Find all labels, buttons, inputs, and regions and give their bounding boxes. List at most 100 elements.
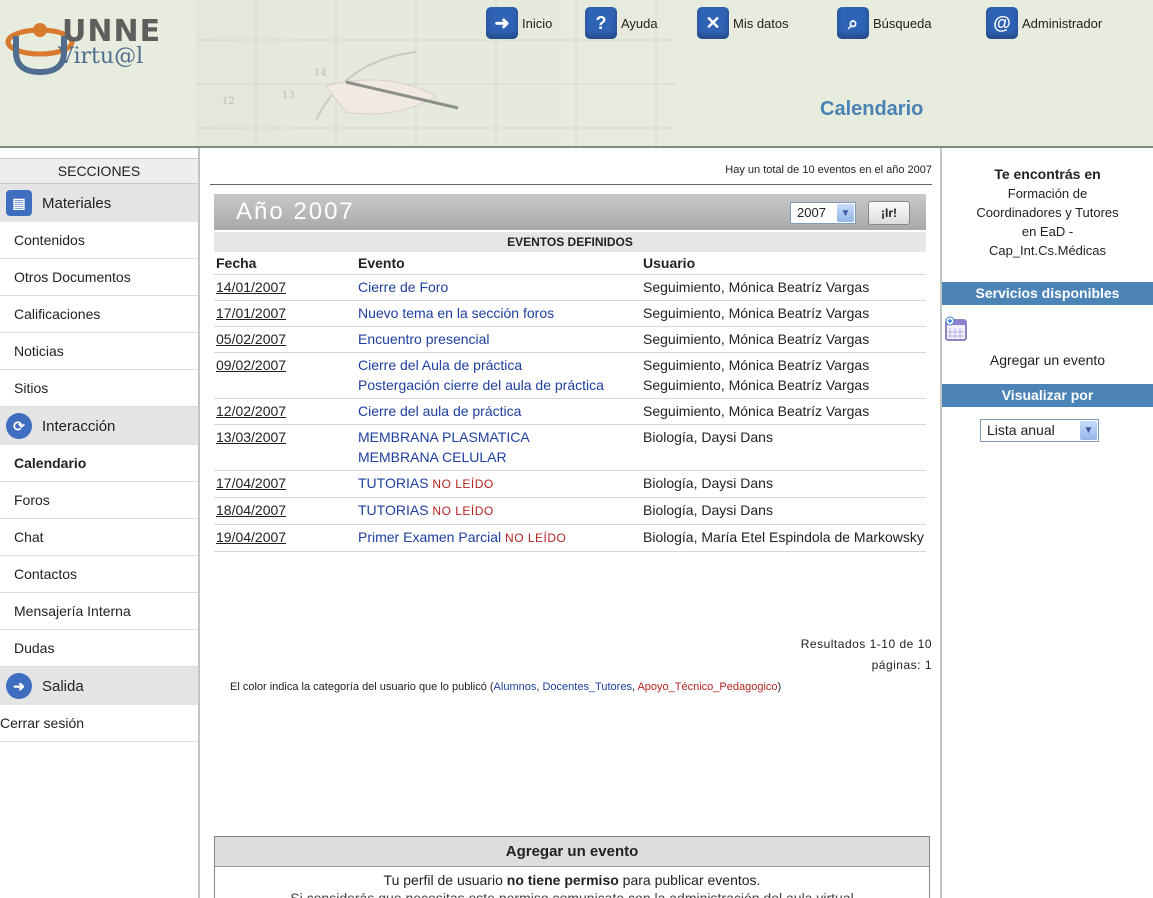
event-link[interactable]: Cierre del Aula de práctica [358, 355, 639, 375]
sidebar-item-noticias[interactable]: Noticias [0, 333, 198, 370]
results-summary: Resultados 1-10 de 10 páginas: 1 [801, 634, 932, 676]
event-link[interactable]: MEMBRANA PLASMATICA [358, 427, 639, 447]
event-link[interactable]: Postergación cierre del aula de práctica [358, 375, 639, 395]
table-row: 17/04/2007 TUTORIAS NO LEÍDO Biología, D… [214, 469, 926, 497]
event-user: Seguimiento, Mónica Beatríz Vargas [643, 330, 870, 347]
sidebar-item-contenidos[interactable]: Contenidos [0, 222, 198, 259]
event-user: Biología, Daysi Dans [643, 428, 773, 445]
nav-mis-datos[interactable]: ✕ Mis datos [697, 4, 789, 42]
calendar-add-icon[interactable] [942, 315, 970, 343]
unread-flag: NO LEÍDO [432, 476, 494, 491]
main-content: Hay un total de 10 eventos en el año 200… [210, 148, 932, 898]
location-line: Cap_Int.Cs.Médicas [988, 243, 1107, 258]
event-user: Seguimiento, Mónica Beatríz Vargas [643, 278, 870, 295]
event-date[interactable]: 17/01/2007 [214, 299, 356, 326]
sidebar-item-contactos[interactable]: Contactos [0, 556, 198, 593]
chevron-down-icon[interactable]: ▼ [1080, 421, 1097, 440]
events-table: Fecha Evento Usuario 14/01/2007 Cierre d… [214, 252, 926, 552]
event-date[interactable]: 18/04/2007 [214, 496, 356, 524]
permission-help-text: Si considerás que necesitas este permiso… [290, 890, 854, 898]
right-panel: Te encontrás en Formación de Coordinador… [942, 148, 1153, 442]
section-materiales: ▤ Materiales [0, 184, 198, 222]
permission-text-pre: Tu perfil de usuario [383, 872, 507, 888]
event-date[interactable]: 05/02/2007 [214, 325, 356, 352]
event-link[interactable]: Cierre del aula de práctica [358, 401, 639, 421]
sidebar-item-foros[interactable]: Foros [0, 482, 198, 519]
logout-link[interactable]: Cerrar sesión [0, 705, 198, 742]
event-link[interactable]: Encuentro presencial [358, 329, 639, 349]
column-header-fecha: Fecha [216, 254, 257, 271]
year-select[interactable]: 2007 ▼ [790, 202, 856, 224]
event-link[interactable]: Cierre de Foro [358, 277, 639, 297]
event-date[interactable]: 17/04/2007 [214, 469, 356, 497]
nav-label-busqueda: Búsqueda [873, 15, 932, 31]
table-row: 05/02/2007 Encuentro presencial Seguimie… [214, 325, 926, 352]
year-select-value: 2007 [797, 205, 826, 220]
event-user: Seguimiento, Mónica Beatríz Vargas [643, 356, 870, 373]
event-user: Biología, Daysi Dans [643, 501, 773, 518]
services-header: Servicios disponibles [942, 282, 1153, 305]
sidebar-item-mensajeria-interna[interactable]: Mensajería Interna [0, 593, 198, 630]
tools-icon: ✕ [697, 7, 729, 39]
event-user: Biología, María Etel Espindola de Markow… [643, 528, 924, 545]
add-event-box: Agregar un evento Tu perfil de usuario n… [214, 836, 930, 898]
event-date[interactable]: 19/04/2007 [214, 523, 356, 552]
column-header-usuario: Usuario [643, 254, 696, 271]
view-mode-select[interactable]: Lista anual ▼ [980, 419, 1099, 442]
arrow-icon: ➜ [486, 7, 518, 39]
nav-ayuda[interactable]: ? Ayuda [585, 4, 658, 42]
section-materiales-title: Materiales [42, 194, 112, 212]
sidebar-item-dudas[interactable]: Dudas [0, 630, 198, 667]
nav-label-ayuda: Ayuda [621, 15, 658, 31]
nav-label-inicio: Inicio [522, 15, 553, 31]
nav-administrador[interactable]: @ Administrador [986, 4, 1102, 42]
results-pages: páginas: 1 [871, 658, 932, 672]
permission-message: Tu perfil de usuario no tiene permiso pa… [215, 867, 929, 888]
nav-inicio[interactable]: ➜ Inicio [486, 4, 552, 42]
section-salida: ➜ Salida [0, 667, 198, 705]
add-event-link[interactable]: Agregar un evento [942, 352, 1153, 368]
nav-label-mis-datos: Mis datos [733, 15, 789, 31]
section-interaccion: ⟳ Interacción [0, 407, 198, 445]
event-user: Seguimiento, Mónica Beatríz Vargas [643, 402, 870, 419]
event-date[interactable]: 12/02/2007 [214, 397, 356, 424]
refresh-icon: ⟳ [6, 413, 32, 439]
go-button[interactable]: ¡Ir! [868, 201, 910, 225]
chevron-down-icon[interactable]: ▼ [837, 204, 854, 222]
event-user: Seguimiento, Mónica Beatríz Vargas [643, 304, 870, 321]
event-link[interactable]: Primer Examen Parcial [358, 529, 501, 545]
nav-busqueda[interactable]: ⌕ Búsqueda [837, 4, 932, 42]
event-date[interactable]: 14/01/2007 [214, 273, 356, 300]
svg-text:14: 14 [314, 68, 327, 79]
book-icon: ▤ [6, 190, 32, 216]
year-title: Año 2007 [236, 198, 355, 225]
location-title: Te encontrás en [994, 166, 1101, 182]
page-title: Calendario [820, 98, 924, 120]
legend-apoyo: Apoyo_Técnico_Pedagogico [637, 681, 778, 693]
legend-docentes: Docentes_Tutores [542, 681, 632, 693]
column-header-evento: Evento [358, 254, 405, 271]
event-date[interactable]: 09/02/2007 [214, 351, 356, 398]
event-link[interactable]: TUTORIAS [358, 502, 429, 518]
sidebar-item-otros-documentos[interactable]: Otros Documentos [0, 259, 198, 296]
left-divider [198, 148, 200, 898]
table-row: 17/01/2007 Nuevo tema en la sección foro… [214, 299, 926, 326]
help-icon: ? [585, 7, 617, 39]
sidebar: SECCIONES ▤ Materiales Contenidos Otros … [0, 158, 198, 742]
at-icon: @ [986, 7, 1018, 39]
event-date[interactable]: 13/03/2007 [214, 423, 356, 470]
unread-flag: NO LEÍDO [432, 503, 494, 518]
event-link[interactable]: MEMBRANA CELULAR [358, 447, 639, 467]
event-link[interactable]: Nuevo tema en la sección foros [358, 303, 639, 323]
unread-flag: NO LEÍDO [505, 530, 567, 545]
unne-virtual-logo[interactable]: UNNE Virtu@l [0, 0, 200, 146]
sidebar-item-sitios[interactable]: Sitios [0, 370, 198, 407]
view-mode-value: Lista anual [987, 422, 1055, 438]
table-row: 14/01/2007 Cierre de Foro Seguimiento, M… [214, 273, 926, 300]
sidebar-item-calificaciones[interactable]: Calificaciones [0, 296, 198, 333]
sidebar-item-calendario[interactable]: Calendario [0, 445, 198, 482]
sidebar-item-chat[interactable]: Chat [0, 519, 198, 556]
event-user: Biología, Daysi Dans [643, 474, 773, 491]
event-link[interactable]: TUTORIAS [358, 475, 429, 491]
location-line: Coordinadores y Tutores [976, 205, 1119, 220]
